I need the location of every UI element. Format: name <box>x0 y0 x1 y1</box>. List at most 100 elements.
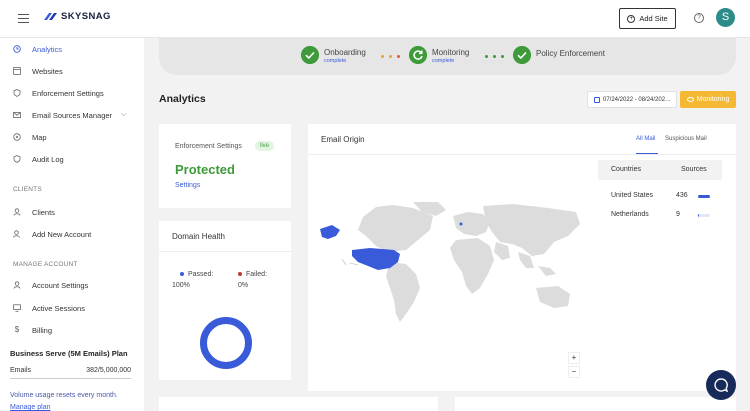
settings-link[interactable]: Settings <box>175 182 200 189</box>
sidebar-item-label: Add New Account <box>32 229 92 239</box>
check-circle-icon <box>513 46 531 64</box>
domain-health-card: Domain Health Passed: 100% Failed: 0% <box>159 221 291 380</box>
plus-circle-icon: + <box>627 14 636 23</box>
manage-plan-link[interactable]: Manage plan <box>10 404 50 411</box>
manage-account-section-heading: MANAGE ACCOUNT <box>13 261 78 268</box>
sources-bar <box>698 214 710 217</box>
alaska-highlight <box>320 225 340 239</box>
sources-bar-fill <box>698 195 710 198</box>
shield-icon <box>13 155 21 163</box>
person-icon <box>13 208 21 216</box>
dollar-icon: $ <box>14 325 20 334</box>
sidebar-item-clients[interactable]: Clients <box>0 203 144 221</box>
sources-bar <box>698 195 710 198</box>
person-add-icon <box>13 230 20 238</box>
chat-bubble-icon <box>714 378 728 392</box>
step-policy-enforcement[interactable]: Policy Enforcement <box>513 46 605 64</box>
passed-dot <box>180 272 184 277</box>
zoom-out-button[interactable]: − <box>568 366 580 378</box>
bottom-card-right <box>455 397 736 411</box>
plan-usage-bar <box>10 378 131 379</box>
sidebar-item-email-sources-manager[interactable]: Email Sources Manager ⌵ <box>0 106 144 124</box>
sidebar-item-label: Audit Log <box>32 154 64 164</box>
refresh-circle-icon <box>409 46 427 64</box>
clients-section-heading: CLIENTS <box>13 186 42 193</box>
brand-name: SKYSNAG <box>61 11 111 22</box>
step-title: Policy Enforcement <box>536 49 605 58</box>
sidebar-item-label: Websites <box>32 66 63 76</box>
sidebar-item-label: Account Settings <box>32 280 89 290</box>
onboarding-stepper: Onboarding complete Monitoring complete … <box>159 38 736 75</box>
sidebar-item-enforcement-settings[interactable]: Enforcement Settings <box>0 84 144 102</box>
plan-note: Volume usage resets every month. <box>10 392 118 399</box>
header-countries: Countries <box>611 166 641 173</box>
chevron-down-icon[interactable]: ⌵ <box>121 111 126 119</box>
step-title: Monitoring <box>432 48 470 57</box>
domain-health-title: Domain Health <box>172 232 225 241</box>
enforcement-label: Enforcement Settings <box>175 143 242 150</box>
zoom-in-button[interactable]: + <box>568 352 580 364</box>
monitoring-button[interactable]: Monitoring <box>680 91 736 108</box>
clock-icon <box>13 45 21 53</box>
passed-value: 100% <box>172 282 190 289</box>
step-status: complete <box>324 58 347 64</box>
page-title: Analytics <box>159 93 206 105</box>
sidebar-item-account-settings[interactable]: Account Settings <box>0 276 144 294</box>
header-sources: Sources <box>681 166 707 173</box>
sidebar-item-websites[interactable]: Websites <box>0 62 144 80</box>
monitoring-label: Monitoring <box>696 96 730 103</box>
failed-value: 0% <box>238 282 249 289</box>
sidebar-item-label: Billing <box>32 325 53 335</box>
failed-label: Failed: <box>246 271 268 278</box>
tab-suspicious-mail[interactable]: Suspicious Mail <box>665 136 707 142</box>
sources-cell: 436 <box>676 192 688 199</box>
sidebar-item-map[interactable]: Map <box>0 128 144 146</box>
sidebar-item-label: Analytics <box>32 44 63 54</box>
add-site-button[interactable]: + Add Site <box>619 8 676 29</box>
passed-label: Passed: <box>188 271 214 278</box>
chat-button[interactable] <box>706 370 736 400</box>
sidebar-item-label: Active Sessions <box>32 303 85 313</box>
step-connector <box>381 55 405 58</box>
date-range-value: 07/24/2022 - 08/24/202… <box>603 96 672 103</box>
brand-logo[interactable]: SKYSNAG <box>42 11 111 22</box>
sidebar-item-label: Map <box>32 132 47 142</box>
step-onboarding[interactable]: Onboarding complete <box>301 46 366 64</box>
sidebar-item-add-new-account[interactable]: Add New Account <box>0 225 144 243</box>
help-icon[interactable]: ? <box>694 13 704 23</box>
table-header: Countries Sources <box>598 160 722 180</box>
table-row[interactable]: Netherlands 9 <box>598 205 722 224</box>
bottom-card-left <box>159 397 438 411</box>
mail-icon <box>13 111 21 118</box>
date-range-picker[interactable]: 07/24/2022 - 08/24/202… <box>587 91 677 108</box>
plan-emails-value: 382/5,000,000 <box>86 367 131 374</box>
step-status: complete <box>432 58 455 64</box>
plan-title: Business Serve (5M Emails) Plan <box>10 349 128 358</box>
hamburger-menu-icon[interactable] <box>18 14 29 23</box>
sidebar-item-label: Email Sources Manager <box>32 110 113 120</box>
shield-icon <box>13 89 21 97</box>
passed-legend: Passed: 100% <box>172 271 214 289</box>
sidebar-item-billing[interactable]: $ Billing <box>0 321 144 339</box>
step-monitoring[interactable]: Monitoring complete <box>409 46 469 64</box>
enforcement-card: Enforcement Settings live Protected Sett… <box>159 124 291 208</box>
sidebar-item-active-sessions[interactable]: Active Sessions <box>0 299 144 317</box>
tab-all-mail[interactable]: All Mail <box>636 136 655 142</box>
avatar[interactable]: S <box>716 8 735 27</box>
browser-icon <box>13 67 21 75</box>
country-cell: United States <box>611 192 654 199</box>
sidebar: Analytics Websites Enforcement Settings … <box>0 38 144 411</box>
skysnag-logo-icon <box>44 13 57 20</box>
sidebar-item-analytics[interactable]: Analytics <box>0 40 144 58</box>
divider <box>159 251 291 252</box>
step-connector <box>485 55 509 58</box>
enforcement-status: Protected <box>175 162 235 177</box>
table-row[interactable]: United States 436 <box>598 186 722 205</box>
add-site-label: Add Site <box>639 14 668 23</box>
sidebar-item-audit-log[interactable]: Audit Log <box>0 150 144 168</box>
country-cell: Netherlands <box>611 211 649 218</box>
plan-emails-label: Emails <box>10 367 32 374</box>
monitor-icon <box>13 304 21 312</box>
divider <box>308 154 736 155</box>
world-map[interactable] <box>318 202 583 327</box>
